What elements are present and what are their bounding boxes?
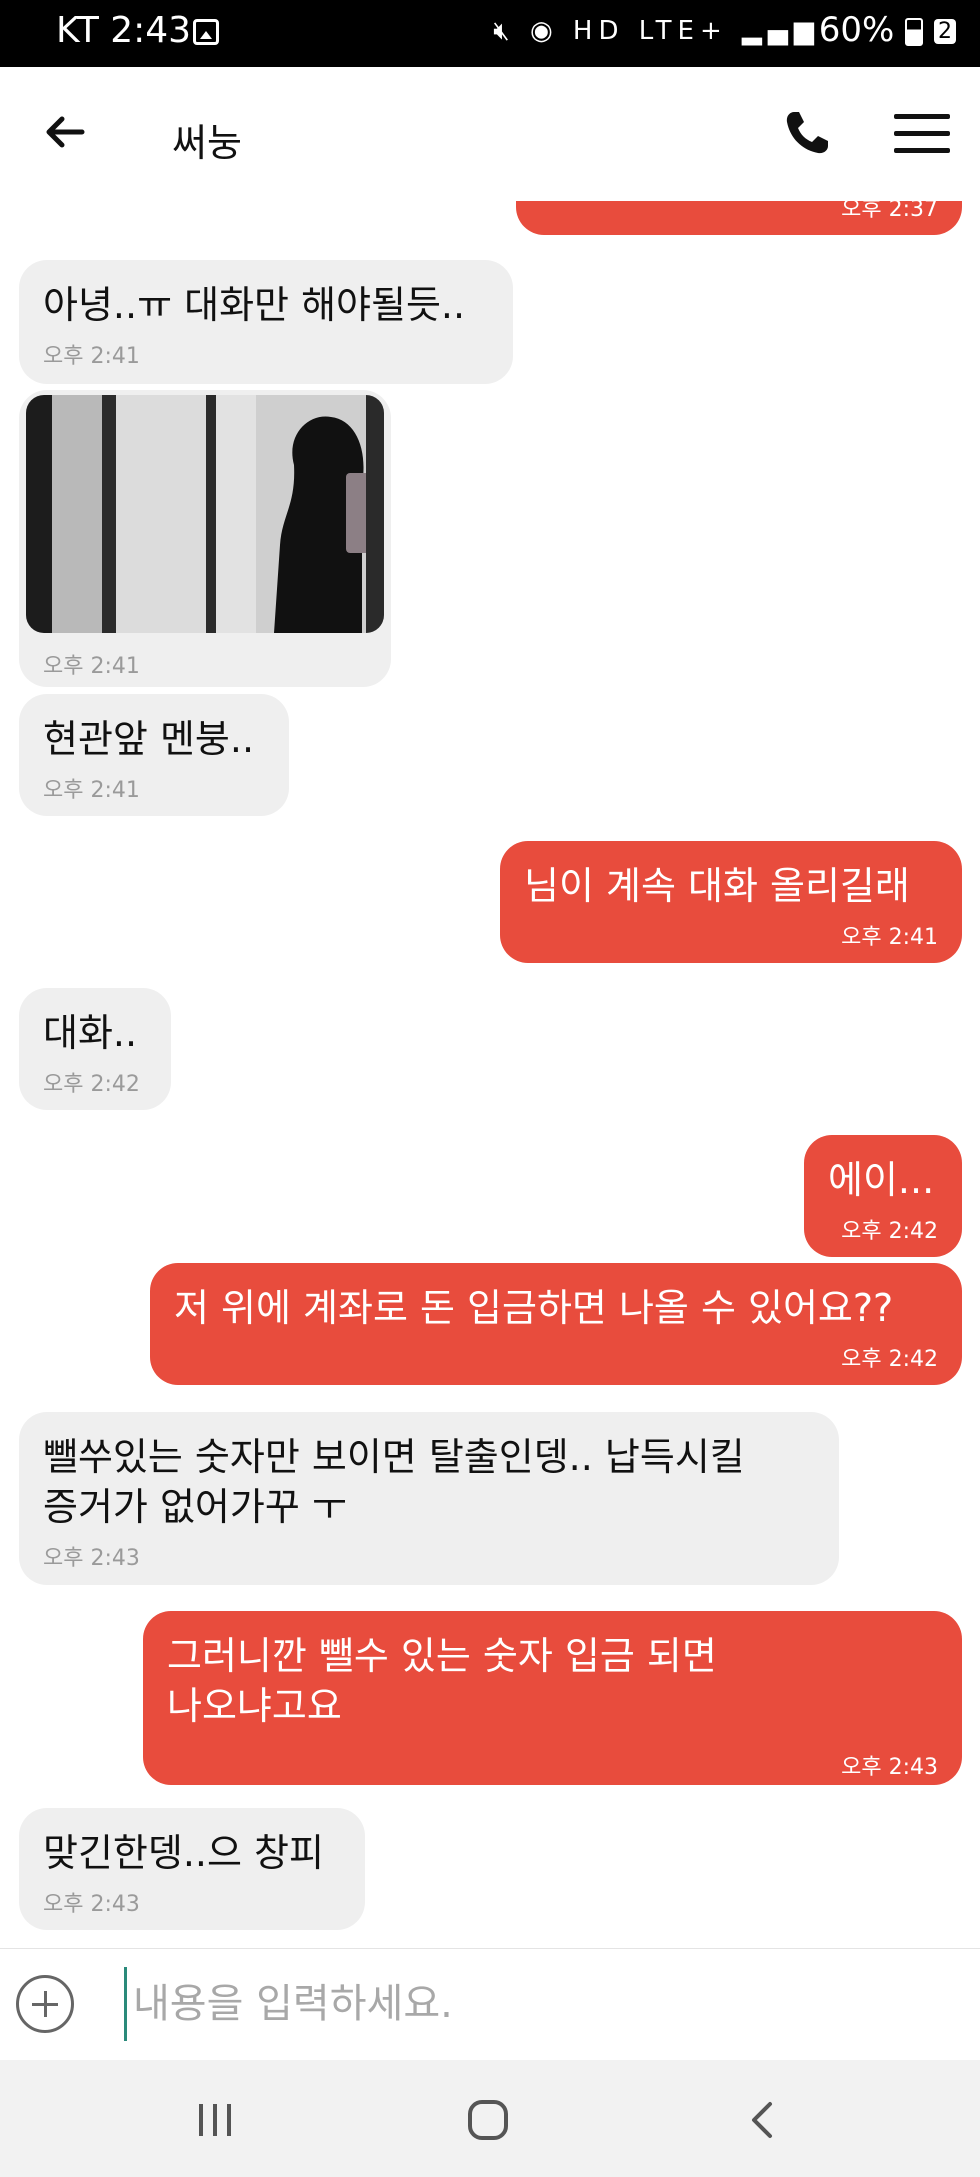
menu-icon[interactable] xyxy=(894,114,950,154)
message-time: 오후 2:41 xyxy=(841,925,938,950)
message-bubble-incoming[interactable]: 맞긴한뎅..으 창피 오후 2:43 xyxy=(19,1808,365,1930)
message-time: 오후 2:42 xyxy=(43,1072,140,1097)
photo-image[interactable] xyxy=(26,395,384,633)
photo-thumbnail xyxy=(26,395,384,633)
status-time: KT 2:43 xyxy=(56,10,192,51)
hotspot-icon: ◉ xyxy=(529,16,559,46)
recent-apps-icon[interactable] xyxy=(195,2100,235,2140)
chat-title: 써눙 xyxy=(172,121,242,165)
back-arrow-icon[interactable] xyxy=(40,107,90,157)
signal-icon: ▂▄▆ xyxy=(742,16,820,46)
system-nav-bar xyxy=(0,2060,980,2177)
message-input-bar xyxy=(0,1948,980,2061)
message-bubble-outgoing[interactable]: 에이... 오후 2:42 xyxy=(804,1135,962,1257)
message-bubble-incoming[interactable]: 대화.. 오후 2:42 xyxy=(19,988,171,1110)
message-text: 그러니깐 뺄수 있는 숫자 입금 되면 나오냐고요 xyxy=(167,1634,717,1728)
message-bubble-outgoing[interactable]: 저 위에 계좌로 돈 입금하면 나올 수 있어요?? 오후 2:42 xyxy=(150,1263,962,1385)
message-bubble-incoming[interactable]: 뺄쑤있는 숫자만 보이면 탈출인뎅.. 납득시킬 증거가 없어가꾸 ㅜ 오후 2… xyxy=(19,1412,839,1585)
battery-icon xyxy=(905,17,924,46)
mute-icon: 🔇︎ xyxy=(493,16,516,46)
message-time: 오후 2:43 xyxy=(43,1892,140,1917)
phone-icon[interactable] xyxy=(782,108,832,158)
message-time: 오후 2:43 xyxy=(841,1755,938,1780)
message-text: 뺄쑤있는 숫자만 보이면 탈출인뎅.. 납득시킬 증거가 없어가꾸 ㅜ xyxy=(43,1435,745,1529)
message-text: 저 위에 계좌로 돈 입금하면 나올 수 있어요?? xyxy=(174,1286,894,1330)
message-bubble-outgoing[interactable]: 그러니깐 뺄수 있는 숫자 입금 되면 나오냐고요 오후 2:43 xyxy=(143,1611,962,1785)
message-text: 맞긴한뎅..으 창피 xyxy=(43,1831,324,1875)
notification-badge: 2 xyxy=(934,19,956,44)
message-time: 오후 2:42 xyxy=(841,1219,938,1244)
message-time: 오후 2:41 xyxy=(43,654,140,679)
add-attachment-icon[interactable] xyxy=(16,1975,74,2033)
message-text: 현관앞 멘붕.. xyxy=(43,717,255,761)
message-input[interactable] xyxy=(124,1967,955,2041)
message-text: 님이 계속 대화 올리길래 xyxy=(524,864,910,908)
message-bubble-outgoing[interactable]: 님이 계속 대화 올리길래 오후 2:41 xyxy=(500,841,962,963)
message-time: 오후 2:43 xyxy=(43,1546,140,1571)
message-bubble-incoming[interactable]: 아녕..ㅠ 대화만 해야될듯.. 오후 2:41 xyxy=(19,260,513,384)
home-icon[interactable] xyxy=(466,2098,510,2142)
message-bubble-outgoing[interactable]: 오후 2:37 xyxy=(516,201,962,235)
message-time: 오후 2:41 xyxy=(43,344,140,369)
message-time: 오후 2:37 xyxy=(841,201,938,222)
message-text: 대화.. xyxy=(43,1011,138,1055)
status-network: 🔇︎ ◉ HD LTE+ ▂▄▆ xyxy=(493,16,820,46)
gallery-icon xyxy=(193,19,219,45)
chat-header: 써눙 xyxy=(0,67,980,202)
message-bubble-incoming[interactable]: 현관앞 멘붕.. 오후 2:41 xyxy=(19,694,289,816)
battery-status: 60% 2 xyxy=(819,10,956,50)
message-time: 오후 2:42 xyxy=(841,1347,938,1372)
message-time: 오후 2:41 xyxy=(43,778,140,803)
message-text: 에이... xyxy=(828,1158,935,1202)
status-bar: KT 2:43 🔇︎ ◉ HD LTE+ ▂▄▆ 60% 2 xyxy=(0,0,980,67)
message-list[interactable]: 오후 2:37 아녕..ㅠ 대화만 해야될듯.. 오후 2:41 오후 2:41… xyxy=(0,201,980,1948)
message-text: 아녕..ㅠ 대화만 해야될듯.. xyxy=(43,283,466,327)
back-icon[interactable] xyxy=(744,2100,784,2140)
